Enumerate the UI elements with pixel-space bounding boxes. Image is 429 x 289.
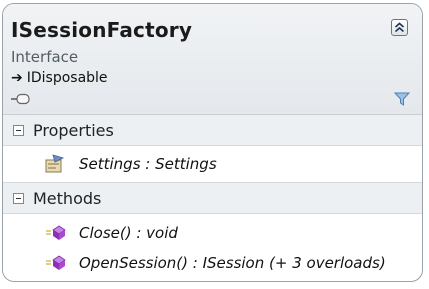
properties-section-header[interactable]: Properties — [3, 115, 422, 146]
filter-funnel-icon[interactable] — [394, 92, 410, 106]
method-signature: Close() : void — [79, 224, 178, 242]
method-signature: OpenSession() : ISession (+ 3 overloads) — [79, 254, 386, 272]
method-icon — [45, 223, 67, 243]
properties-label: Properties — [33, 120, 114, 140]
properties-list: Settings : Settings — [3, 146, 422, 182]
arrow-right-icon: ➔ — [11, 70, 23, 86]
methods-section-header[interactable]: Methods — [3, 182, 422, 214]
class-shape[interactable]: ISessionFactory Interface ➔ IDisposable … — [2, 3, 423, 282]
collapse-toggle[interactable] — [13, 192, 24, 204]
methods-label: Methods — [33, 188, 102, 208]
property-signature: Settings : Settings — [79, 155, 217, 173]
collapse-toggle[interactable] — [13, 124, 24, 136]
property-item[interactable]: Settings : Settings — [3, 149, 422, 179]
class-header: ISessionFactory Interface ➔ IDisposable — [3, 4, 422, 115]
methods-list: Close() : void OpenSession() : ISession … — [3, 214, 422, 278]
double-chevron-up-icon — [394, 22, 405, 33]
method-item[interactable]: Close() : void — [3, 218, 422, 248]
method-item[interactable]: OpenSession() : ISession (+ 3 overloads) — [3, 248, 422, 278]
class-kind: Interface — [11, 48, 79, 66]
lollipop-interface-icon — [11, 93, 30, 105]
property-icon — [43, 154, 65, 174]
method-icon — [45, 253, 67, 273]
base-interface-name: IDisposable — [26, 70, 108, 86]
class-name[interactable]: ISessionFactory — [11, 18, 192, 42]
inheritance-row: ➔ IDisposable — [11, 70, 108, 86]
collapse-button[interactable] — [391, 19, 408, 36]
